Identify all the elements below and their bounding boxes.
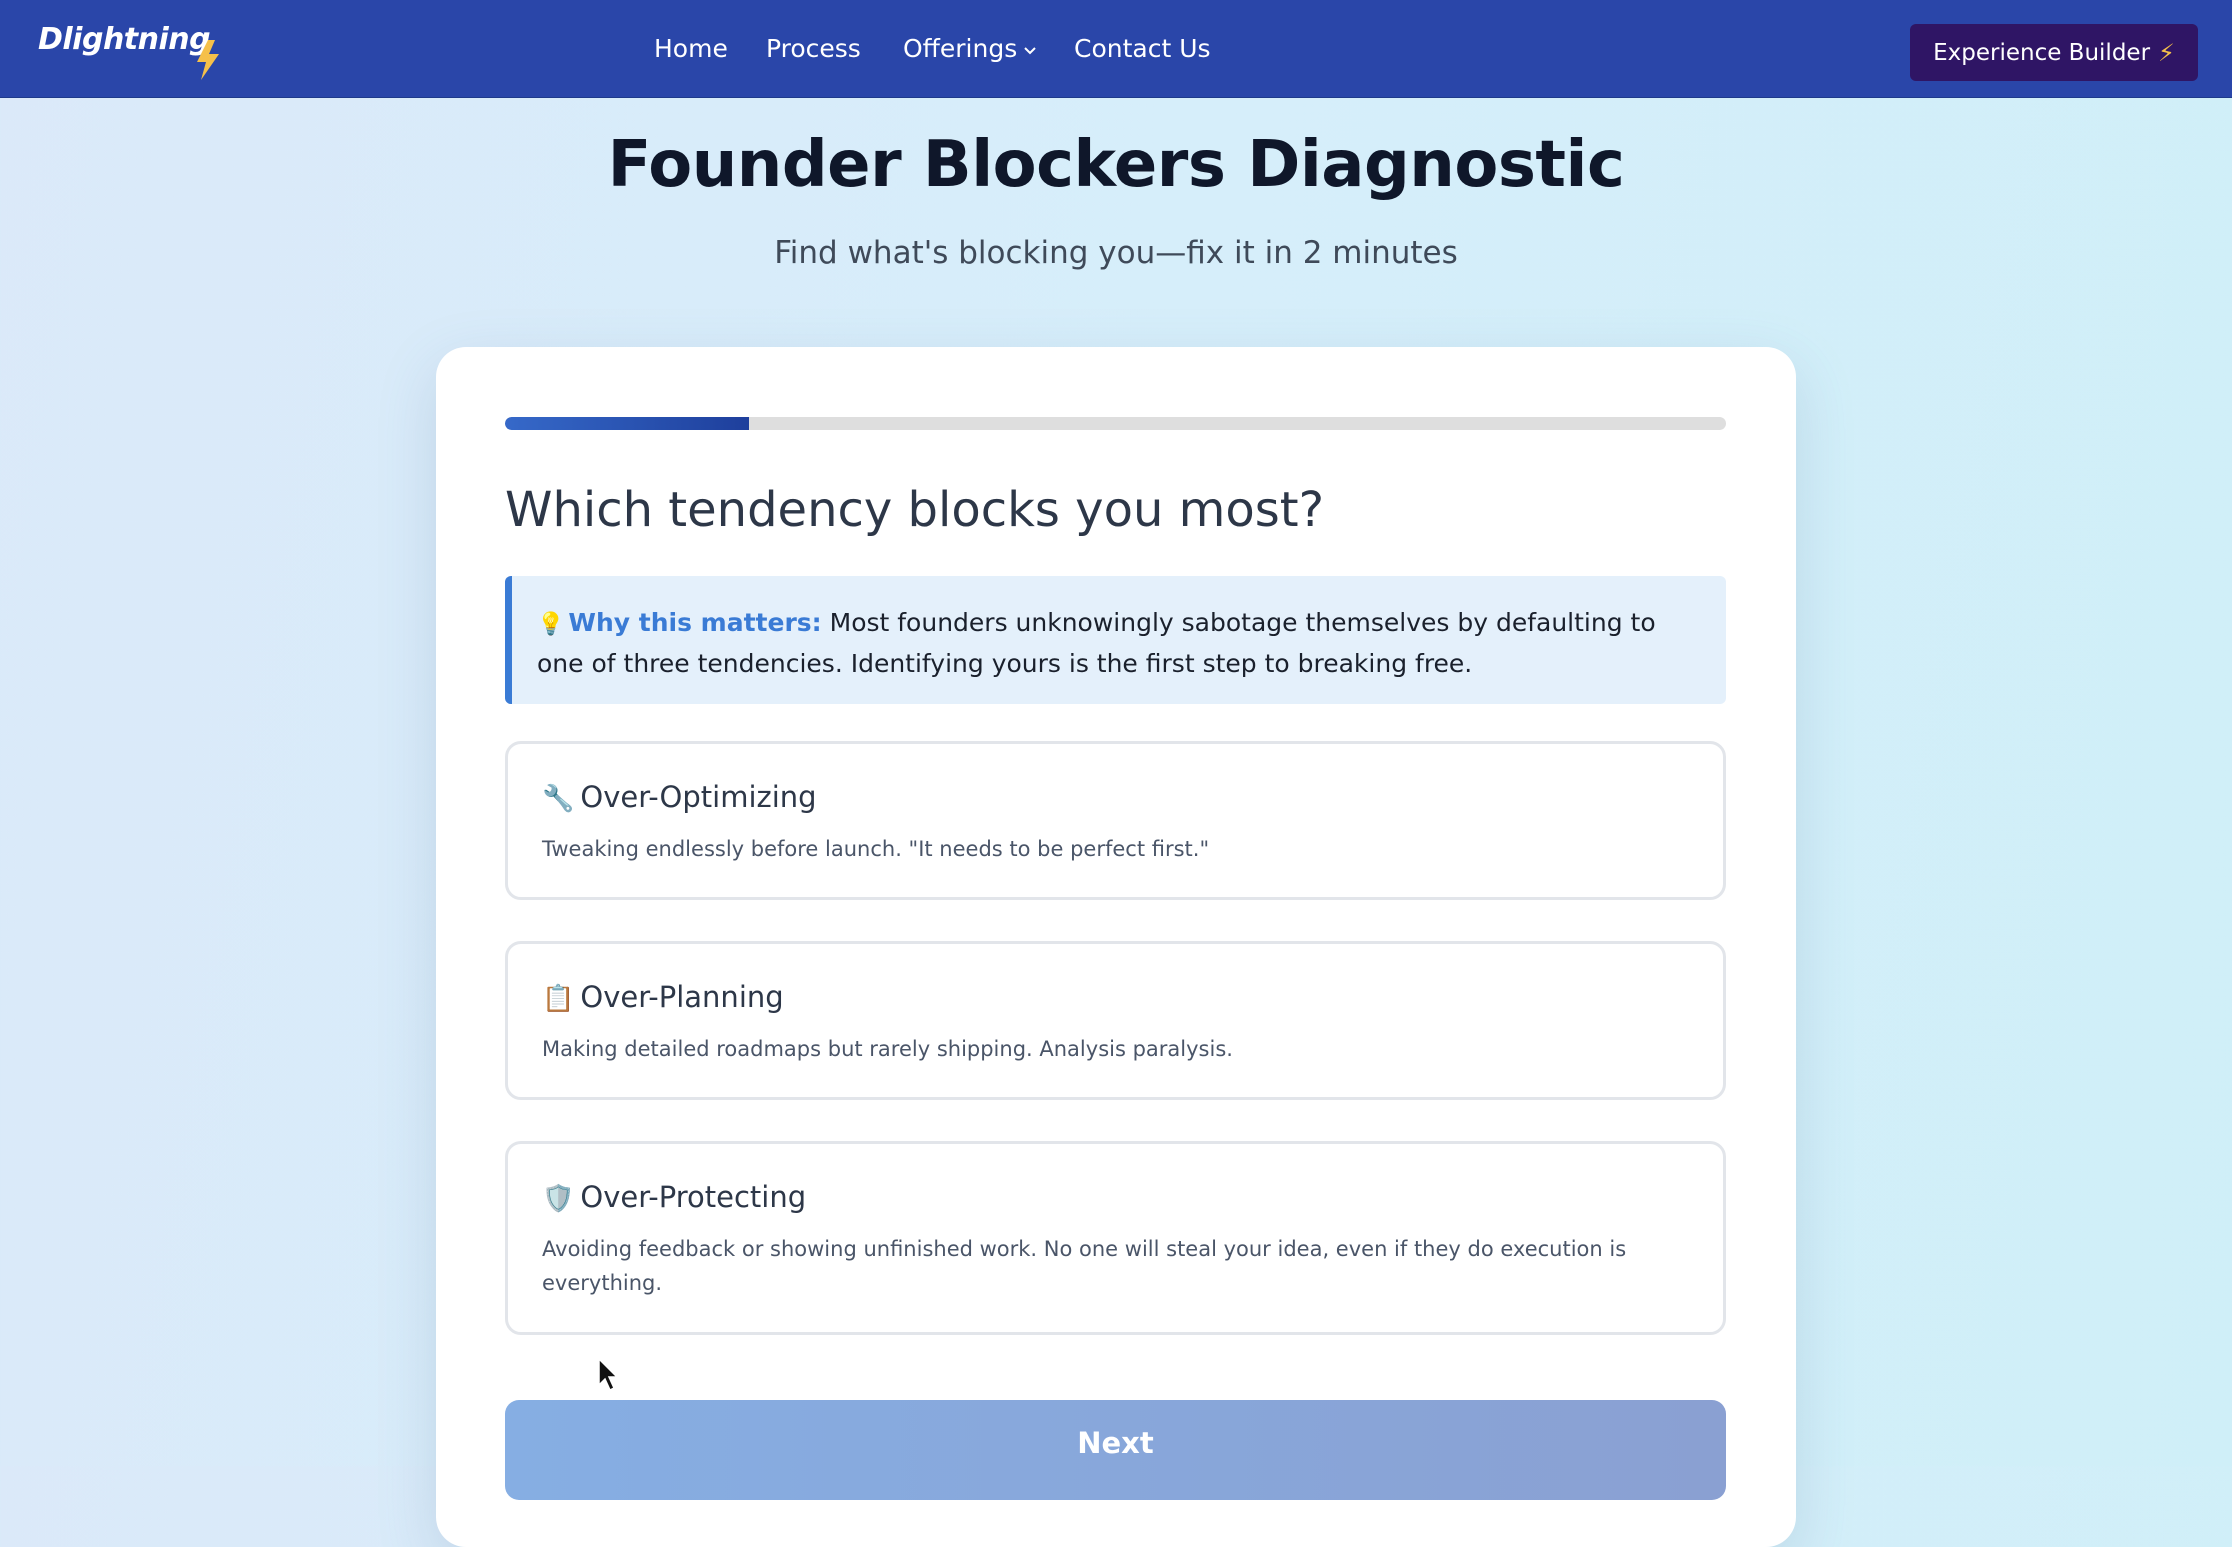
option-over-protecting[interactable]: 🛡️ Over-Protecting Avoiding feedback or s… <box>505 1141 1726 1335</box>
experience-builder-label: Experience Builder <box>1933 39 2151 66</box>
option-description: Tweaking endlessly before launch. "It ne… <box>542 837 1210 861</box>
nav-process-link[interactable]: Process <box>766 34 861 63</box>
page-subtitle: Find what's blocking you—fix it in 2 min… <box>774 235 1458 271</box>
option-over-planning[interactable]: 📋 Over-Planning Making detailed roadmaps … <box>505 941 1726 1100</box>
lightning-icon: ⚡ <box>2158 38 2175 67</box>
next-button[interactable]: Next <box>505 1400 1726 1500</box>
progress-bar <box>505 417 1726 430</box>
page-title: Founder Blockers Diagnostic <box>607 128 1625 202</box>
experience-builder-button[interactable]: Experience Builder ⚡ <box>1910 24 2198 81</box>
nav-offerings-label: Offerings <box>903 34 1018 63</box>
option-title-text: Over-Planning <box>580 980 784 1014</box>
option-title: 🔧 Over-Optimizing <box>542 780 817 814</box>
nav-contact-link[interactable]: Contact Us <box>1074 34 1211 63</box>
clipboard-icon: 📋 <box>542 984 575 1014</box>
option-title-text: Over-Optimizing <box>580 780 817 814</box>
progress-fill <box>505 417 750 430</box>
chevron-down-icon <box>1024 47 1036 55</box>
option-title: 🛡️ Over-Protecting <box>542 1180 806 1214</box>
option-title: 📋 Over-Planning <box>542 980 784 1014</box>
option-description: Avoiding feedback or showing unfinished … <box>542 1237 1627 1295</box>
option-title-text: Over-Protecting <box>580 1180 807 1214</box>
lightbulb-icon: 💡 <box>537 612 565 637</box>
question-heading: Which tendency blocks you most? <box>505 482 1325 538</box>
option-description: Making detailed roadmaps but rarely ship… <box>542 1037 1233 1061</box>
logo-lightning-icon <box>197 40 219 80</box>
logo-text[interactable]: Dlightning <box>38 22 211 57</box>
wrench-icon: 🔧 <box>542 784 575 814</box>
nav-offerings-link[interactable]: Offerings <box>903 34 1037 63</box>
shield-icon: 🛡️ <box>542 1184 575 1214</box>
why-this-matters-callout: 💡 Why this matters: Most founders unknowi… <box>505 576 1726 704</box>
why-label: Why this matters: <box>568 608 822 637</box>
mouse-cursor-icon <box>598 1358 619 1392</box>
option-over-optimizing[interactable]: 🔧 Over-Optimizing Tweaking endlessly befo… <box>505 741 1726 900</box>
nav-home-link[interactable]: Home <box>654 34 728 63</box>
top-nav: Dlightning Home Process Offerings Contac… <box>0 0 2232 98</box>
quiz-card: Which tendency blocks you most? 💡 Why thi… <box>436 347 1796 1547</box>
